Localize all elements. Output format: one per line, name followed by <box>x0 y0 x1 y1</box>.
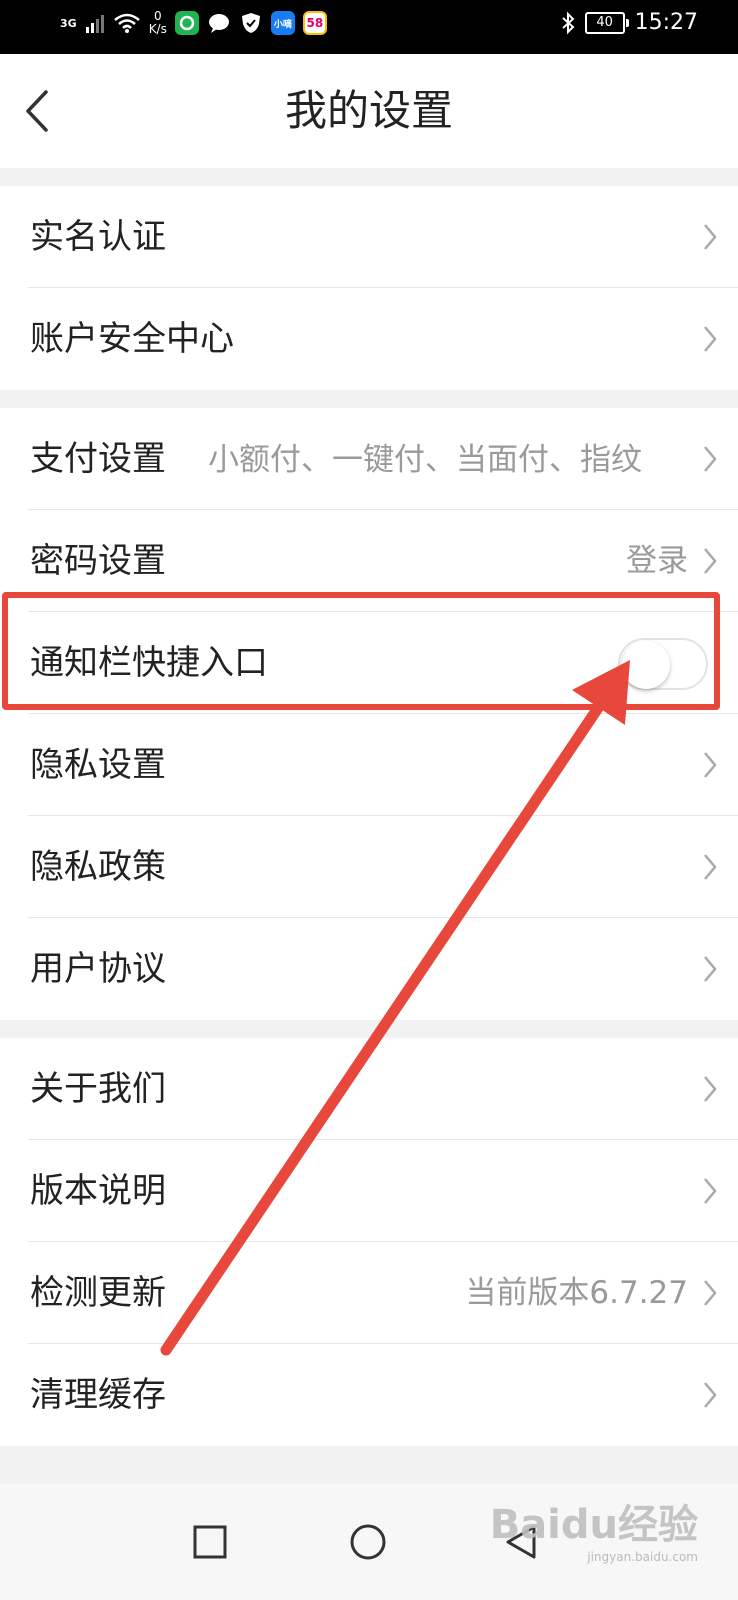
status-bar: 3G 0 K/s 小嘀 58 40 15:27 <box>0 0 738 54</box>
recent-apps-square-icon[interactable] <box>190 1522 230 1562</box>
xiaomi-app-label: 小嘀 <box>273 19 292 30</box>
row-label: 关于我们 <box>30 1069 166 1109</box>
signal-icon <box>85 15 104 33</box>
green-app-icon <box>174 11 199 35</box>
settings-row-check-update[interactable]: 检测更新 当前版本6.7.27 <box>0 1242 738 1344</box>
settings-row-privacy-policy[interactable]: 隐私政策 <box>0 816 738 918</box>
settings-group-account: 实名认证 账户安全中心 <box>0 186 738 390</box>
row-label: 隐私政策 <box>30 847 166 887</box>
shield-icon <box>239 11 263 35</box>
xiaomi-app-icon: 小嘀 <box>270 11 295 35</box>
settings-row-about-us[interactable]: 关于我们 <box>0 1038 738 1140</box>
row-value: 当前版本6.7.27 <box>465 1275 688 1311</box>
network-type: 3G <box>60 16 77 30</box>
chevron-right-icon <box>704 854 717 880</box>
row-label: 支付设置 <box>30 439 166 479</box>
settings-row-user-agreement[interactable]: 用户协议 <box>0 918 738 1020</box>
row-label: 实名认证 <box>30 217 166 257</box>
settings-row-real-name[interactable]: 实名认证 <box>0 186 738 288</box>
chevron-right-icon <box>704 1076 717 1102</box>
chat-bubble-icon <box>207 11 231 35</box>
row-label: 用户协议 <box>30 949 166 989</box>
row-label: 清理缓存 <box>30 1375 166 1415</box>
chevron-right-icon <box>704 1280 717 1306</box>
chevron-right-icon <box>704 548 717 574</box>
58-app-icon: 58 <box>302 11 327 35</box>
settings-row-payment[interactable]: 支付设置 小额付、一键付、当面付、指纹 <box>0 408 738 510</box>
row-value: 小额付、一键付、当面付、指纹 <box>208 442 642 478</box>
row-label: 版本说明 <box>30 1171 166 1211</box>
chevron-right-icon <box>704 1178 717 1204</box>
home-circle-icon[interactable] <box>348 1522 388 1562</box>
chevron-right-icon <box>704 446 717 472</box>
row-label: 账户安全中心 <box>30 319 234 359</box>
58-app-label: 58 <box>306 16 324 30</box>
watermark-sub: jingyan.baidu.com <box>587 1550 698 1564</box>
chevron-right-icon <box>704 326 717 352</box>
settings-row-clear-cache[interactable]: 清理缓存 <box>0 1344 738 1446</box>
speed-unit: K/s <box>148 22 167 36</box>
baidu-watermark: Baidu经验 jingyan.baidu.com <box>490 1492 698 1564</box>
settings-group-about: 关于我们 版本说明 检测更新 当前版本6.7.27 清理缓存 <box>0 1038 738 1446</box>
chevron-right-icon <box>704 752 717 778</box>
row-label: 隐私设置 <box>30 745 166 785</box>
status-bar-right: 40 15:27 <box>561 10 698 35</box>
status-bar-left: 3G 0 K/s 小嘀 58 <box>60 10 327 36</box>
annotation-highlight-box <box>2 592 720 710</box>
row-label: 检测更新 <box>30 1273 166 1313</box>
chevron-right-icon <box>704 1382 717 1408</box>
wifi-icon <box>113 13 140 33</box>
clock: 15:27 <box>634 10 698 35</box>
battery-level: 40 <box>596 14 613 30</box>
bluetooth-icon <box>561 11 575 34</box>
battery-indicator: 40 <box>584 11 629 34</box>
chevron-right-icon <box>704 224 717 250</box>
watermark-text: Baidu经验 <box>489 1502 698 1548</box>
back-arrow-icon[interactable] <box>22 90 58 132</box>
settings-row-release-notes[interactable]: 版本说明 <box>0 1140 738 1242</box>
settings-row-privacy-settings[interactable]: 隐私设置 <box>0 714 738 816</box>
chevron-right-icon <box>704 956 717 982</box>
page-title: 我的设置 <box>284 86 453 135</box>
settings-group-security: 支付设置 小额付、一键付、当面付、指纹 密码设置 登录 通知栏快捷入口 隐私设置… <box>0 408 738 1020</box>
network-speed: 0 K/s <box>149 10 167 36</box>
settings-row-account-security[interactable]: 账户安全中心 <box>0 288 738 390</box>
navigation-bar: 我的设置 <box>0 54 738 168</box>
